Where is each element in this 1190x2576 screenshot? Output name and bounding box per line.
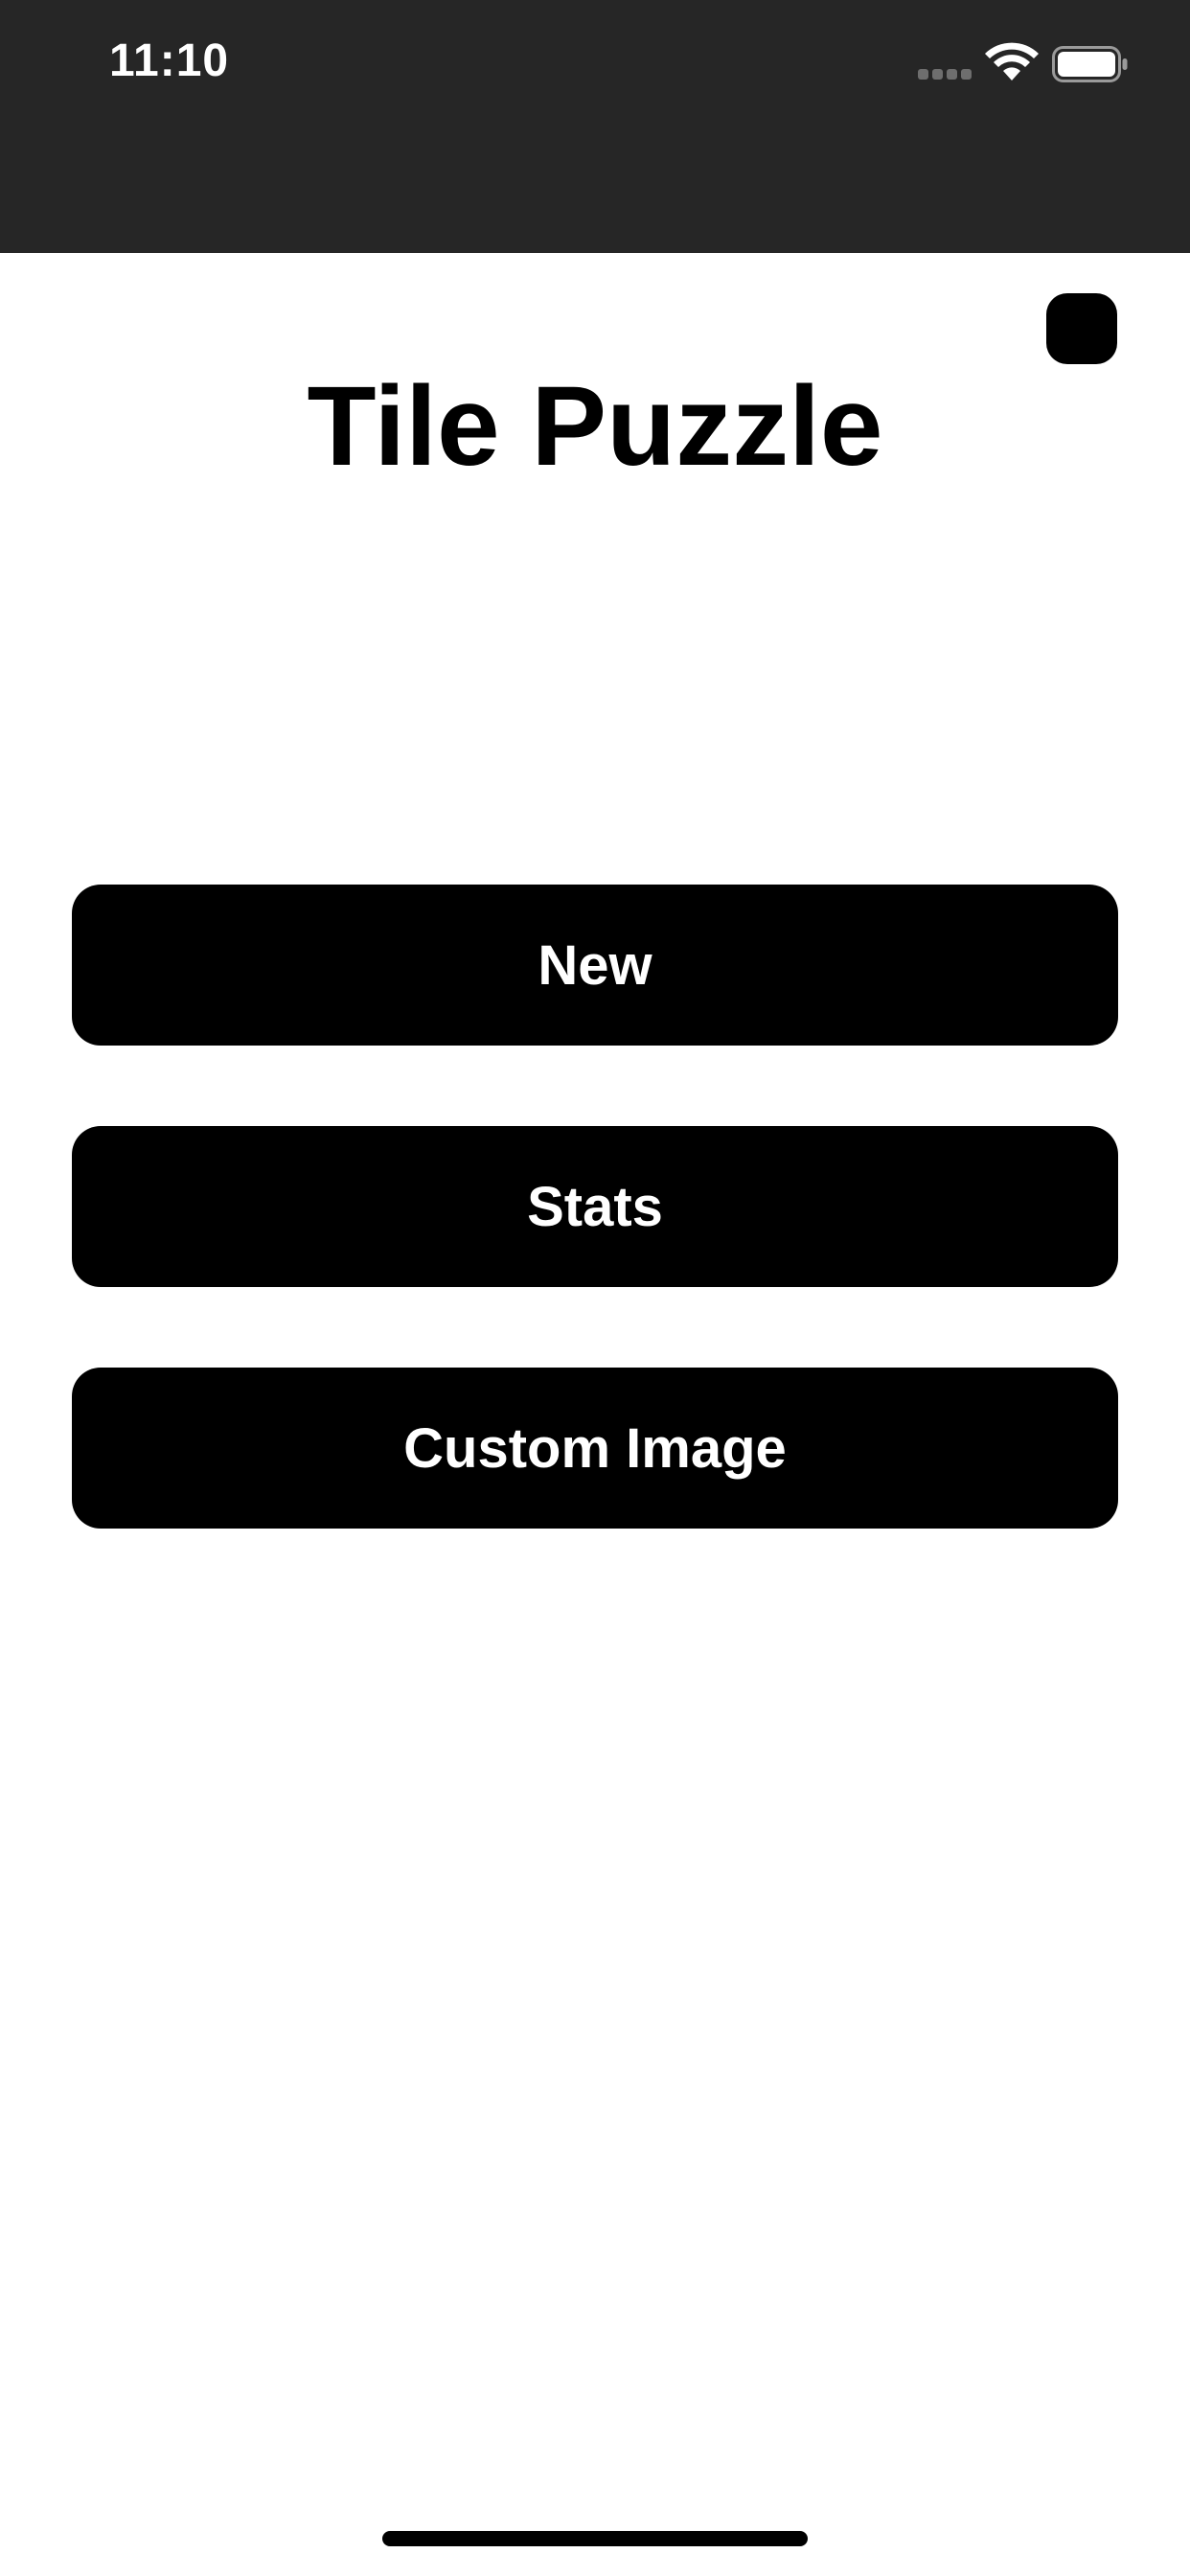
new-game-button[interactable]: New — [72, 885, 1118, 1046]
custom-image-button-label: Custom Image — [403, 1416, 787, 1480]
status-bar: 11:10 — [0, 0, 1190, 253]
wifi-icon — [985, 42, 1039, 80]
new-game-button-label: New — [538, 933, 652, 997]
app-screen: 11:10 Tile Puzzle New Stats Custom Image — [0, 0, 1190, 2576]
rounded-square-icon[interactable] — [1046, 293, 1117, 364]
status-time: 11:10 — [109, 35, 230, 86]
stats-button[interactable]: Stats — [72, 1126, 1118, 1287]
cellular-signal-icon — [918, 69, 973, 80]
page-title: Tile Puzzle — [307, 363, 883, 490]
home-indicator[interactable] — [382, 2531, 808, 2546]
custom-image-button[interactable]: Custom Image — [72, 1368, 1118, 1529]
battery-icon — [1052, 46, 1128, 82]
stats-button-label: Stats — [527, 1175, 663, 1238]
